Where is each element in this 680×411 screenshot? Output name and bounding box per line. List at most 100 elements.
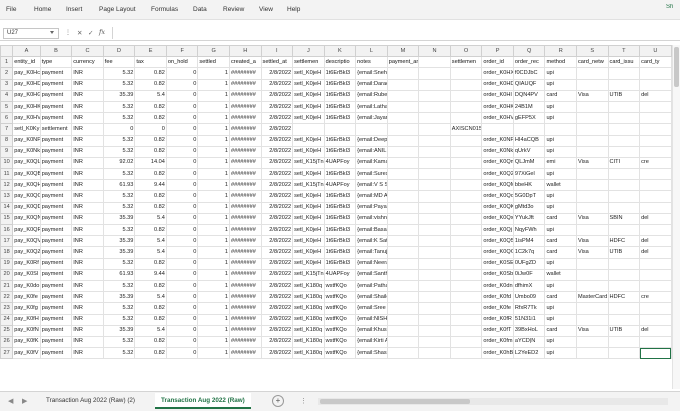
cell[interactable]: order_K0HX — [481, 67, 514, 80]
cell[interactable]: CITI — [607, 156, 641, 170]
cell[interactable]: aYCD|N — [512, 335, 546, 349]
cell[interactable]: f0CDJbC — [512, 67, 546, 80]
column-header[interactable]: I — [260, 45, 294, 58]
cell[interactable]: payment — [39, 67, 73, 80]
cell[interactable]: 1 — [197, 145, 230, 158]
cell[interactable] — [418, 112, 451, 125]
cell[interactable]: 0 — [165, 257, 199, 270]
cell[interactable] — [449, 235, 483, 248]
cell[interactable]: INR — [71, 112, 104, 125]
cell[interactable] — [607, 168, 641, 181]
cell[interactable]: payment — [39, 279, 73, 293]
cell[interactable] — [449, 179, 483, 192]
cell[interactable]: payment — [39, 212, 73, 226]
cell[interactable]: {email:ANIL KUMAR SINGH.AN@gmail.com, — [355, 145, 388, 158]
cell[interactable]: 5.32 — [102, 134, 136, 147]
cell[interactable]: ######## — [228, 335, 262, 349]
cell[interactable]: order_K0fm — [481, 335, 514, 349]
cell[interactable]: setl_K0jeH — [292, 100, 325, 114]
row-header[interactable]: 23 — [0, 302, 14, 315]
cell[interactable] — [639, 100, 672, 114]
cell[interactable]: payment — [39, 156, 73, 170]
cell[interactable]: 1t6ErBkI3 — [323, 78, 357, 91]
cell[interactable]: 0.82 — [134, 134, 167, 147]
cell[interactable] — [607, 190, 641, 203]
cell-table[interactable]: ABCDEFGHIJKLMNOPQRSTUV 1entity_idtypecur… — [0, 45, 680, 360]
cell[interactable] — [449, 212, 483, 226]
cell[interactable]: setl_K0jeH — [292, 112, 325, 125]
cell[interactable] — [386, 313, 420, 326]
cell[interactable]: order_K0HK — [481, 100, 514, 114]
row-header[interactable]: 2 — [0, 67, 14, 80]
cell[interactable] — [418, 291, 451, 304]
cell[interactable]: 1 — [197, 291, 230, 304]
cell[interactable] — [481, 123, 514, 136]
cell[interactable] — [449, 257, 483, 270]
cell[interactable]: 5.32 — [102, 223, 136, 237]
cell[interactable]: MasterCard — [575, 291, 609, 304]
column-header[interactable]: O — [449, 45, 483, 58]
cell[interactable] — [386, 235, 420, 248]
cell[interactable]: card_issu — [607, 56, 641, 69]
cell[interactable]: 0iJw0F — [512, 268, 546, 281]
sheet-tab-raw-active[interactable]: Transaction Aug 2022 (Raw) — [155, 393, 251, 409]
cell[interactable]: 0 — [165, 302, 199, 315]
cell[interactable] — [418, 190, 451, 203]
cell[interactable]: 2/8/2022 — [260, 291, 294, 304]
cell[interactable]: order_K0Qj — [481, 223, 514, 237]
cell[interactable]: 1t6ErBkI3 — [323, 134, 357, 147]
cell[interactable]: 35.39 — [102, 291, 136, 304]
cell[interactable] — [418, 212, 451, 226]
cell[interactable]: payment — [39, 78, 73, 91]
cell[interactable] — [386, 112, 420, 125]
cell[interactable]: 35.39 — [102, 212, 136, 226]
cell[interactable]: {email:Deepak Singh.De@gmail.com,phone: — [355, 134, 388, 147]
cell[interactable]: {email:Ruben Kamde.Ru@gmail.com,phone: — [355, 89, 388, 102]
row-header[interactable]: 12 — [0, 179, 14, 192]
cell[interactable]: 0 — [165, 123, 199, 136]
cell[interactable]: ######## — [228, 78, 262, 91]
cell[interactable]: payment — [39, 235, 73, 248]
column-header[interactable]: S — [575, 45, 609, 58]
cell[interactable] — [418, 302, 451, 315]
cell[interactable] — [449, 335, 483, 349]
cell[interactable]: 4UAPFoy — [323, 156, 357, 170]
cell[interactable]: 92.02 — [102, 156, 136, 170]
tab-file[interactable]: File — [6, 6, 16, 13]
cell[interactable]: 51N31i1 — [512, 313, 546, 326]
cell[interactable]: order_K0HV — [481, 112, 514, 125]
cell[interactable]: QIAUQF — [512, 78, 546, 91]
cell[interactable]: pay_K0QN — [12, 212, 41, 226]
cell[interactable]: 5.4 — [134, 235, 167, 248]
cell[interactable]: pay_K0QR — [12, 223, 41, 237]
tab-data[interactable]: Data — [193, 6, 207, 13]
cell[interactable]: INR — [71, 279, 104, 293]
cell[interactable]: Visa — [575, 212, 609, 226]
cell[interactable] — [418, 324, 451, 337]
cell[interactable]: upi — [544, 335, 577, 349]
cell[interactable] — [607, 134, 641, 147]
row-header[interactable]: 15 — [0, 212, 14, 226]
cell[interactable] — [386, 279, 420, 293]
cell[interactable]: 2/8/2022 — [260, 156, 294, 170]
cell[interactable] — [386, 156, 420, 170]
cell[interactable]: 0.82 — [134, 145, 167, 158]
cell[interactable]: 1t6ErBkI3 — [323, 212, 357, 226]
cell[interactable] — [386, 335, 420, 349]
cell[interactable]: {email:Jayant Prakash Gond .Ja@gmail.com… — [355, 112, 388, 125]
cell[interactable]: pay_K0HK — [12, 100, 41, 114]
cell[interactable]: 5.32 — [102, 78, 136, 91]
cell[interactable] — [386, 145, 420, 158]
cell[interactable] — [639, 279, 672, 293]
row-header[interactable]: 4 — [0, 89, 14, 102]
add-sheet-button[interactable]: + — [272, 395, 284, 407]
cell[interactable]: pay_K0fg — [12, 302, 41, 315]
cell[interactable]: setl_K0jeH — [292, 89, 325, 102]
cell[interactable]: ######## — [228, 279, 262, 293]
cell[interactable]: 97XiGel — [512, 168, 546, 181]
cell[interactable] — [639, 335, 672, 349]
cell[interactable] — [575, 123, 609, 136]
cell[interactable] — [418, 145, 451, 158]
cell[interactable] — [449, 134, 483, 147]
cell[interactable]: INR — [71, 168, 104, 181]
